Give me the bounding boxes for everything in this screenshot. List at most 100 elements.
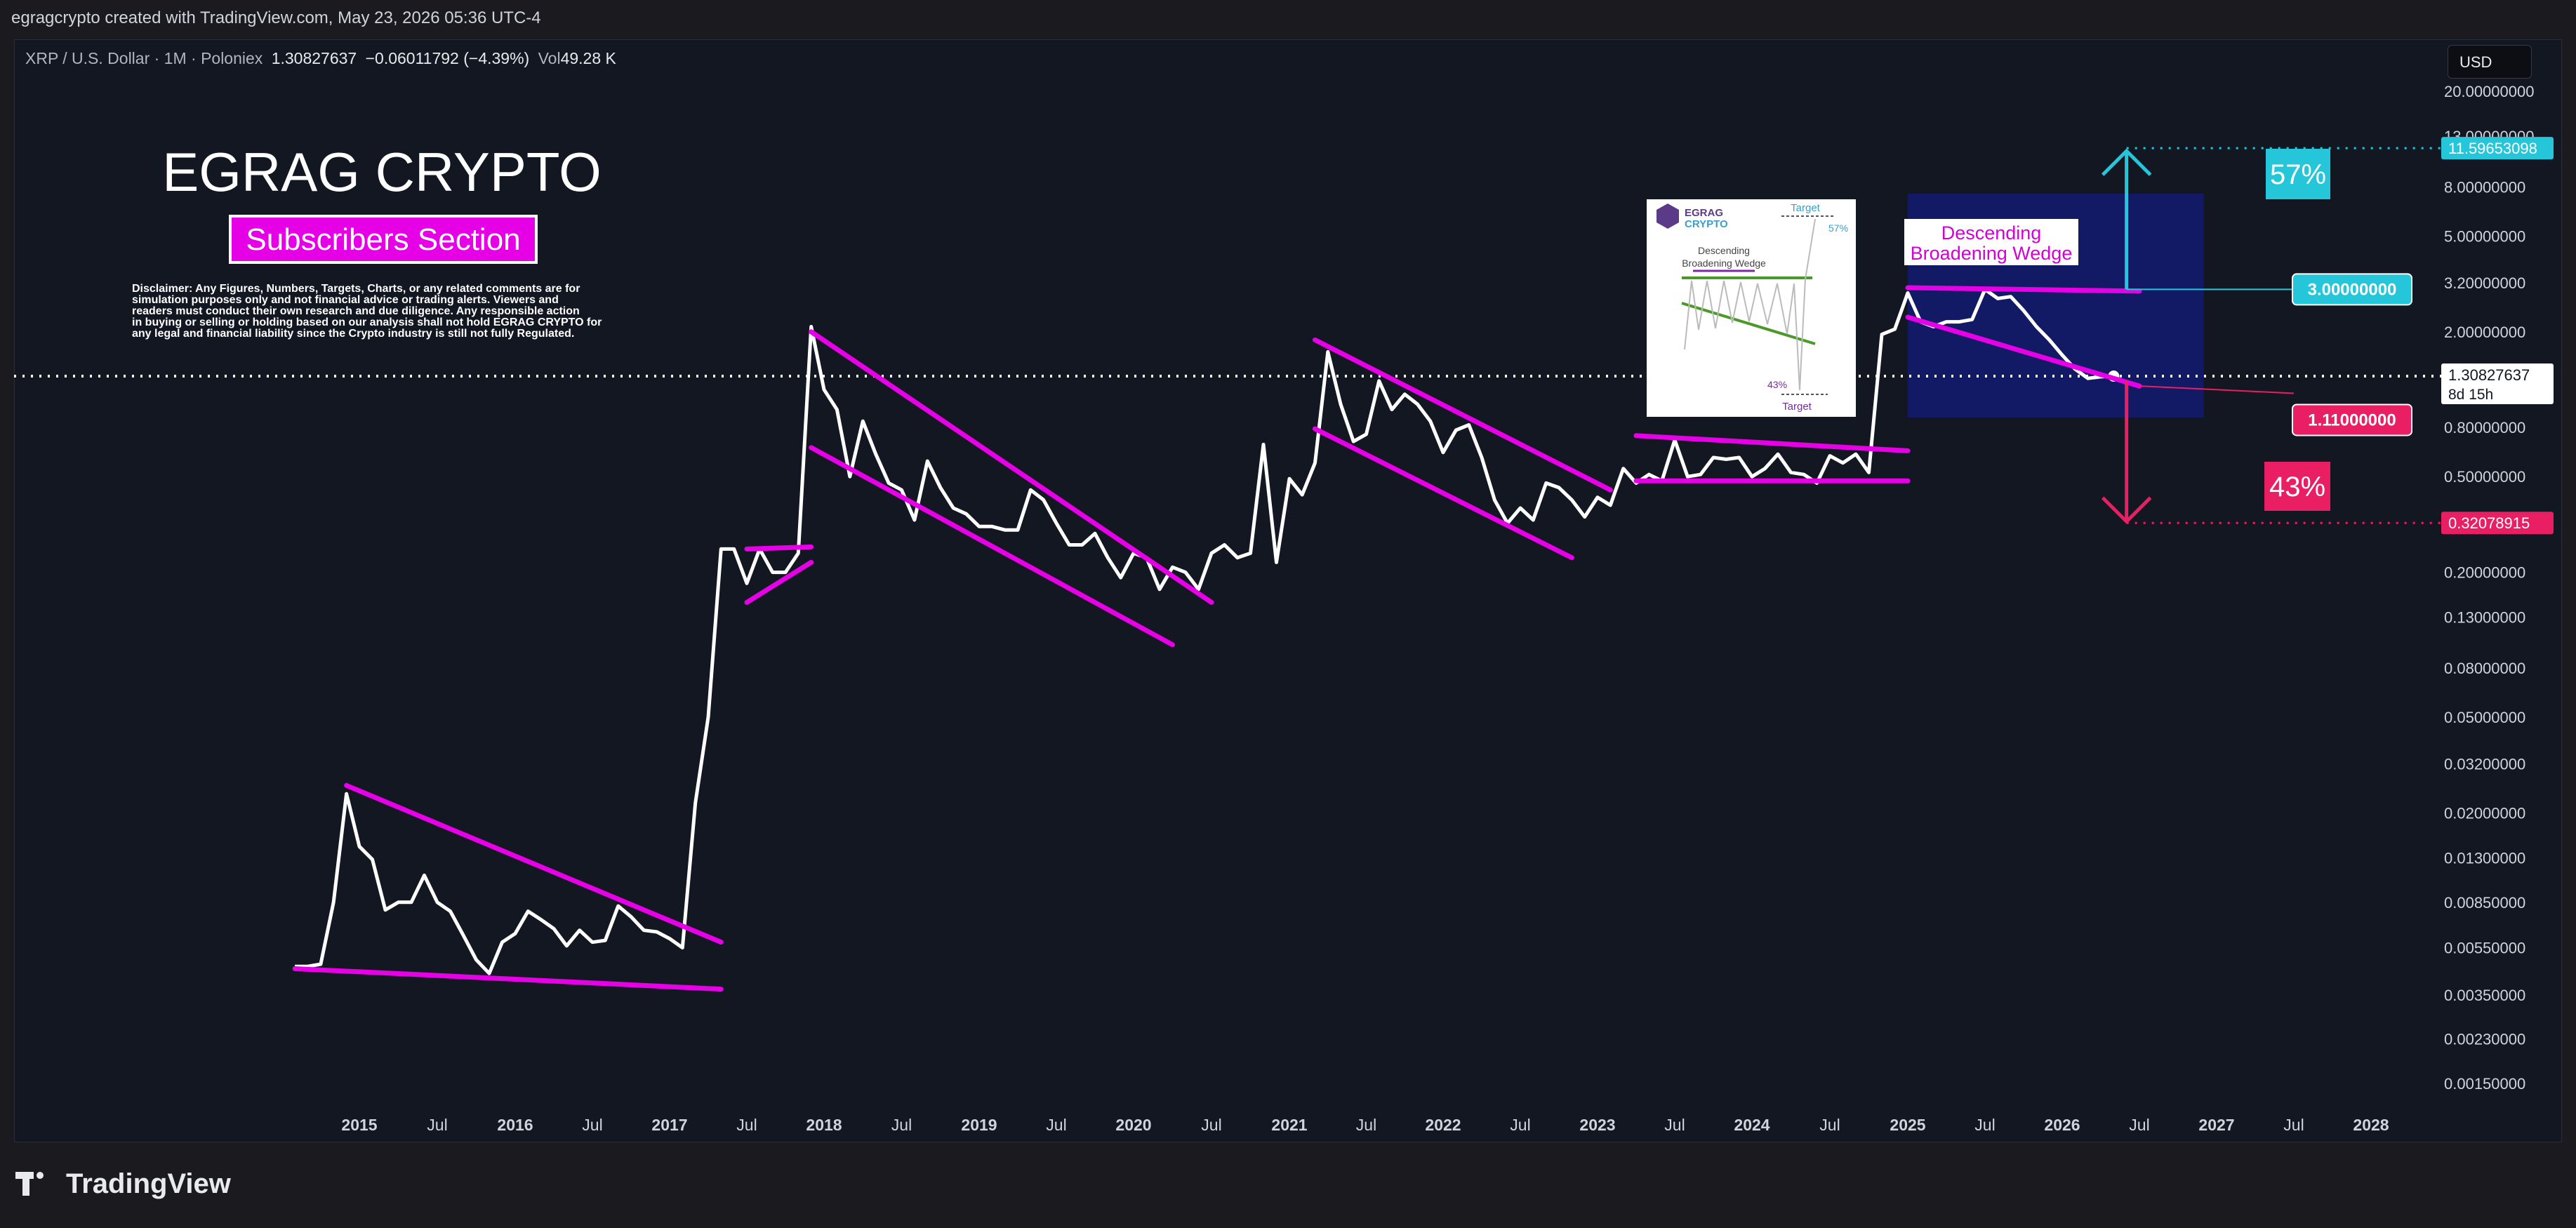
x-tick-label: 2022 [1425,1116,1461,1134]
y-tick-label: 2.00000000 [2444,323,2525,341]
overlay-title: EGRAG CRYPTO [162,141,602,203]
x-tick-label: Jul [891,1116,912,1134]
x-tick-label: 2027 [2198,1116,2234,1134]
trendline [744,544,814,552]
trendline [1905,285,2142,294]
x-tick-label: 2021 [1271,1116,1307,1134]
x-tick-label: Jul [2129,1116,2149,1134]
current-price-label: 1.30827637 8d 15h [2441,363,2554,404]
x-tick-label: Jul [736,1116,757,1134]
inset-bg [1647,199,1856,417]
inset-illustration: EGRAGCRYPTO Target 57% Descending Broadening… [1647,199,1856,417]
inset-label-1: Descending [1698,245,1750,256]
support-callout-text: 1.11000000 [2308,411,2396,429]
x-tick-label: 2018 [806,1116,842,1134]
price-axis: 20.0000000013.000000008.000000005.000000… [2444,83,2534,1093]
current-price-label-text: 1.30827637 [2448,366,2530,384]
volume-label: Vol [538,49,561,67]
pct-down-badge: 43% [2264,462,2330,511]
symbol-legend: XRP / U.S. Dollar · 1M · Poloniex 1.3082… [25,49,616,68]
x-tick-label: Jul [1201,1116,1221,1134]
top-target-label: 11.59653098 [2441,137,2554,160]
tradingview-icon [15,1171,59,1197]
inset-pct-bottom: 43% [1767,379,1787,390]
y-tick-label: 8.00000000 [2444,178,2525,196]
x-tick-label: Jul [1974,1116,1995,1134]
x-tick-label: 2024 [1734,1116,1770,1134]
trendline [292,966,724,992]
subscribers-text: Subscribers Section [246,222,520,257]
y-tick-label: 0.00230000 [2444,1030,2525,1048]
y-tick-label: 0.08000000 [2444,660,2525,677]
y-tick-label: 0.00350000 [2444,987,2525,1004]
disclaimer-line: Disclaimer: Any Figures, Numbers, Target… [132,283,580,295]
wedge-label-line2: Broadening Wedge [1911,243,2073,264]
chart-canvas[interactable]: 20.0000000013.000000008.000000005.000000… [0,0,2576,1228]
y-tick-label: 0.50000000 [2444,468,2525,486]
trendline [809,329,1214,605]
pct-up-badge: 57% [2266,149,2330,199]
x-tick-label: 2025 [1890,1116,1925,1134]
trendline [344,782,724,945]
disclaimer-line: in buying or selling or holding based on… [132,316,602,328]
resistance-callout: 3.00000000 [2292,273,2412,306]
pct-up-text: 57% [2270,159,2326,190]
trendline [809,445,1175,648]
time-axis: 2015 Jul 2016 Jul 2017 Jul 2018 Jul 2019 Jul 2020 J… [341,1116,2389,1134]
countdown-text: 8d 15h [2448,387,2493,403]
inset-target-bottom: Target [1782,401,1812,413]
pct-down-text: 43% [2269,472,2325,502]
brand-name: TradingView [66,1168,231,1199]
y-tick-label: 0.00150000 [2444,1075,2525,1093]
y-tick-label: 0.05000000 [2444,709,2525,726]
price-change: −0.06011792 (−4.39%) [365,49,530,67]
support-callout: 1.11000000 [2292,403,2412,436]
x-tick-label: 2026 [2044,1116,2080,1134]
wedge-label: DescendingBroadening Wedge [1904,219,2078,265]
x-tick-label: 2020 [1115,1116,1151,1134]
inset-target-top: Target [1791,202,1821,214]
inset-label-2: Broadening Wedge [1682,258,1766,269]
disclaimer-line: simulation purposes only and not financi… [132,294,559,306]
y-tick-label: 0.03200000 [2444,755,2525,773]
y-tick-label: 0.00550000 [2444,940,2525,957]
x-tick-label: 2016 [497,1116,533,1134]
x-tick-label: 2017 [651,1116,687,1134]
volume-value: 49.28 K [560,49,616,67]
currency-button[interactable]: USD [2448,45,2532,79]
bottom-target-label-text: 0.32078915 [2448,514,2530,532]
bottom-bar [0,1142,2576,1228]
subscribers-badge: Subscribers Section [229,215,538,264]
x-tick-label: Jul [1664,1116,1685,1134]
x-tick-label: 2015 [341,1116,377,1134]
x-tick-label: Jul [1819,1116,1840,1134]
disclaimer-line: any legal and financial liability since … [132,328,574,340]
x-tick-label: Jul [1510,1116,1530,1134]
symbol-name[interactable]: XRP / U.S. Dollar · 1M · Poloniex [25,49,263,67]
y-tick-label: 0.80000000 [2444,419,2525,436]
y-tick-label: 0.13000000 [2444,609,2525,627]
x-tick-label: Jul [427,1116,447,1134]
y-tick-label: 0.02000000 [2444,804,2525,822]
y-tick-label: 0.20000000 [2444,564,2525,582]
x-tick-label: 2023 [1579,1116,1615,1134]
x-tick-label: Jul [2283,1116,2304,1134]
tradingview-logo[interactable]: TradingView [15,1168,231,1200]
y-tick-label: 0.01300000 [2444,850,2525,867]
y-tick-label: 5.00000000 [2444,227,2525,245]
x-tick-label: 2019 [961,1116,997,1134]
y-tick-label: 0.00850000 [2444,894,2525,912]
inset-brand-2: CRYPTO [1685,218,1728,230]
trendline [744,559,814,605]
inset-brand-1: EGRAG [1685,207,1723,219]
last-price: 1.30827637 [271,49,357,67]
disclaimer-line: readers must conduct their own research … [132,305,580,317]
top-target-label-text: 11.59653098 [2448,140,2537,157]
bottom-target-label: 0.32078915 [2441,512,2554,535]
inset-pct-top: 57% [1828,222,1848,234]
x-tick-label: Jul [582,1116,602,1134]
y-tick-label: 3.20000000 [2444,274,2525,292]
x-tick-label: 2028 [2353,1116,2389,1134]
wedge-label-line1: Descending [1941,222,2042,243]
y-tick-label: 20.00000000 [2444,83,2534,100]
